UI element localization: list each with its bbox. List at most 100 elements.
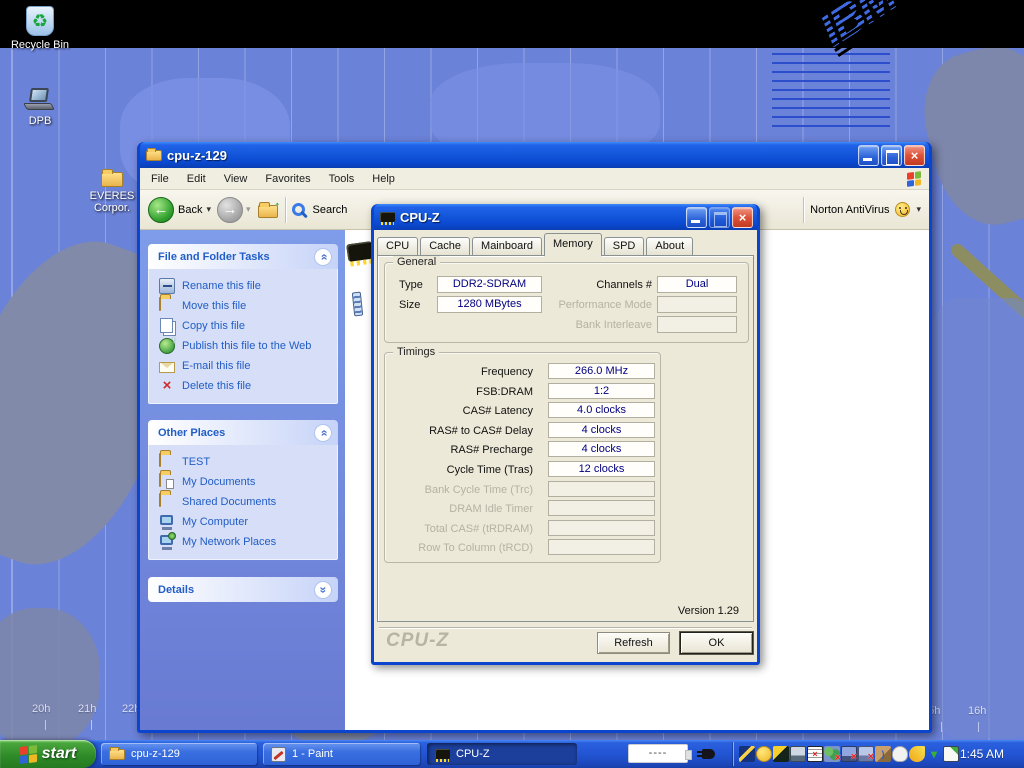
forward-button[interactable]: → ▾ xyxy=(217,197,251,223)
details-header[interactable]: Details » xyxy=(148,577,338,602)
task-delete-file[interactable]: ×Delete this file xyxy=(159,376,331,396)
timezone-tick xyxy=(978,722,979,732)
chevron-up-icon[interactable]: » xyxy=(314,248,332,266)
menu-view[interactable]: View xyxy=(215,170,257,188)
wallpaper-shape xyxy=(0,608,100,748)
tray-users-offline-icon[interactable]: × xyxy=(824,746,840,762)
email-icon xyxy=(159,362,175,373)
timing-label: Row To Column (tRCD) xyxy=(387,542,533,554)
refresh-button[interactable]: Refresh xyxy=(597,632,670,654)
tab-cache[interactable]: Cache xyxy=(420,237,470,256)
tray-mail-icon[interactable] xyxy=(773,746,789,762)
place-test[interactable]: TEST xyxy=(159,452,331,472)
cpuz-window-title: CPU-Z xyxy=(400,210,681,225)
search-icon xyxy=(292,203,305,216)
size-value: 1280 MBytes xyxy=(437,296,542,313)
tray-separator xyxy=(733,742,734,766)
menu-help[interactable]: Help xyxy=(363,170,404,188)
norton-antivirus-icon[interactable] xyxy=(895,202,910,217)
tray-grid-error-icon[interactable]: × xyxy=(807,746,823,762)
size-label: Size xyxy=(399,299,420,311)
menu-edit[interactable]: Edit xyxy=(178,170,215,188)
desktop-icon-label: Recycle Bin xyxy=(8,39,72,51)
tab-about[interactable]: About xyxy=(646,237,693,256)
tray-norton-icon[interactable] xyxy=(756,746,772,762)
explorer-titlebar[interactable]: cpu-z-129 × xyxy=(140,142,929,168)
task-rename-file[interactable]: Rename this file xyxy=(159,276,331,296)
menu-file[interactable]: File xyxy=(142,170,178,188)
menu-favorites[interactable]: Favorites xyxy=(256,170,319,188)
timing-label: Cycle Time (Tras) xyxy=(387,464,533,476)
start-button[interactable]: start xyxy=(0,740,96,768)
groupbox-title: General xyxy=(393,256,440,268)
desktop-icon-dpb[interactable]: DPB xyxy=(8,88,72,127)
up-arrow-icon: ↑ xyxy=(274,198,281,213)
search-button[interactable]: Search xyxy=(292,203,348,216)
file-icon[interactable] xyxy=(352,292,363,317)
cpuz-app-icon xyxy=(435,749,450,759)
tab-memory[interactable]: Memory xyxy=(544,233,602,256)
taskbar-task-paint[interactable]: 1 - Paint xyxy=(263,743,420,765)
tab-mainboard[interactable]: Mainboard xyxy=(472,237,542,256)
tray-wireless-error-icon[interactable]: × xyxy=(858,746,874,762)
task-email-file[interactable]: E-mail this file xyxy=(159,356,331,376)
back-button[interactable]: ← Back ▾ xyxy=(148,197,211,223)
taskbar-task-explorer[interactable]: cpu-z-129 xyxy=(101,743,257,765)
timing-value xyxy=(548,520,655,536)
tray-computer-error-icon[interactable]: × xyxy=(841,746,857,762)
timing-value: 4 clocks xyxy=(548,422,655,438)
ok-button[interactable]: OK xyxy=(680,632,753,654)
tab-cpu[interactable]: CPU xyxy=(377,237,418,256)
toolbar-separator xyxy=(285,197,286,223)
task-publish-file[interactable]: Publish this file to the Web xyxy=(159,336,331,356)
tray-window-icon[interactable] xyxy=(943,746,959,762)
maximize-button[interactable] xyxy=(709,207,730,228)
maximize-button[interactable] xyxy=(881,145,902,166)
cpuz-file-icon[interactable] xyxy=(346,241,374,262)
close-button[interactable]: × xyxy=(732,207,753,228)
timing-label: Total CAS# (tRDRAM) xyxy=(387,523,533,535)
tray-volume-icon[interactable]: ) xyxy=(875,746,891,762)
chevron-down-icon[interactable]: » xyxy=(314,581,332,599)
norton-dropdown-icon[interactable]: ▾ xyxy=(916,204,921,215)
place-my-network[interactable]: My Network Places xyxy=(159,532,331,552)
tray-ghost-icon[interactable] xyxy=(892,746,908,762)
timezone-label: 16h xyxy=(968,705,986,717)
publish-web-icon xyxy=(159,338,175,354)
minimize-button[interactable] xyxy=(686,207,707,228)
folder-icon xyxy=(159,454,175,470)
up-button[interactable]: ↑ xyxy=(257,201,279,219)
file-tasks-header[interactable]: File and Folder Tasks » xyxy=(148,244,338,269)
tray-liveupdate-icon[interactable] xyxy=(739,746,755,762)
other-places-pane: Other Places » TEST My Documents Shared … xyxy=(148,420,338,560)
taskbar-task-cpuz[interactable]: CPU-Z xyxy=(427,743,577,765)
task-copy-file[interactable]: Copy this file xyxy=(159,316,331,336)
taskbar-clock[interactable]: 1:45 AM xyxy=(960,747,1004,761)
desktop-icon-recycle-bin[interactable]: ♻ Recycle Bin xyxy=(8,6,72,51)
general-groupbox: General Type DDR2-SDRAM Size 1280 MBytes… xyxy=(384,262,749,343)
task-move-file[interactable]: Move this file xyxy=(159,296,331,316)
other-places-header[interactable]: Other Places » xyxy=(148,420,338,445)
tab-spd[interactable]: SPD xyxy=(604,237,645,256)
forward-dropdown-icon[interactable]: ▾ xyxy=(246,204,251,215)
menu-tools[interactable]: Tools xyxy=(320,170,364,188)
my-computer-icon xyxy=(159,514,175,530)
delete-icon: × xyxy=(159,378,175,394)
minimize-button[interactable] xyxy=(858,145,879,166)
cpuz-titlebar[interactable]: CPU-Z × xyxy=(374,204,757,230)
battery-widget[interactable]: ---- xyxy=(628,744,688,763)
my-network-icon xyxy=(159,534,175,550)
tray-flame-icon[interactable] xyxy=(909,746,925,762)
type-label: Type xyxy=(399,279,423,291)
tray-network-computer-icon[interactable] xyxy=(790,746,806,762)
close-button[interactable]: × xyxy=(904,145,925,166)
place-shared-documents[interactable]: Shared Documents xyxy=(159,492,331,512)
desktop-icon-everes-folder[interactable]: EVERES Corpor. xyxy=(83,172,141,214)
tray-green-arrow-icon[interactable]: ▾ xyxy=(926,746,942,762)
place-my-documents[interactable]: My Documents xyxy=(159,472,331,492)
groupbox-title: Timings xyxy=(393,346,439,358)
chevron-up-icon[interactable]: » xyxy=(314,424,332,442)
back-dropdown-icon[interactable]: ▾ xyxy=(206,204,211,215)
place-my-computer[interactable]: My Computer xyxy=(159,512,331,532)
timings-groupbox: Timings Frequency 266.0 MHz FSB:DRAM 1:2… xyxy=(384,352,661,563)
